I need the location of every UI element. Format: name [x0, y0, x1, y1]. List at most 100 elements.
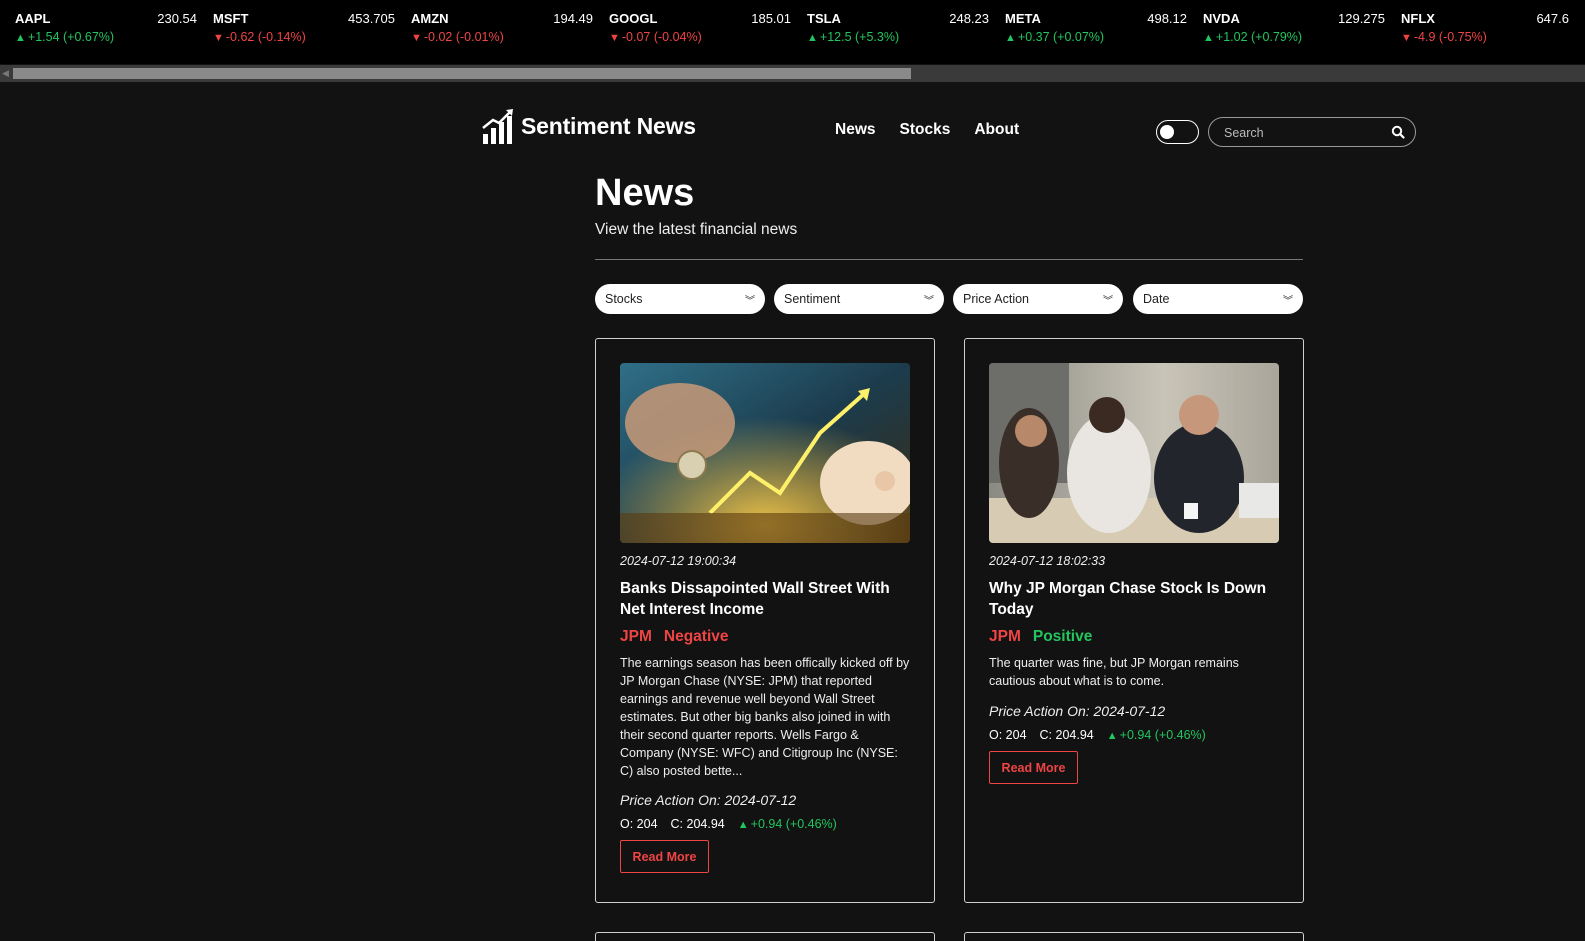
triangle-up-icon: ▲ — [1005, 32, 1016, 44]
price-change: ▲ +0.94 (+0.46%) — [737, 817, 837, 831]
filter-stocks-select[interactable]: Stocks ︾ — [595, 284, 765, 314]
scrollbar-thumb[interactable] — [13, 68, 911, 79]
ticker-symbol: AMZN — [411, 11, 449, 26]
article-date: 2024-07-12 19:00:34 — [620, 554, 737, 568]
ticker-price: 498.12 — [1147, 11, 1187, 26]
sentiment-badge: Positive — [1032, 628, 1093, 645]
ticker-item-googl[interactable]: GOOGL 185.01 ▼ -0.07 (-0.04%) — [609, 11, 791, 51]
triangle-down-icon: ▼ — [411, 32, 422, 44]
search-icon[interactable] — [1391, 125, 1405, 139]
article-summary: The earnings season has been offically k… — [620, 656, 910, 778]
scroll-left-icon[interactable]: ◀ — [2, 68, 9, 79]
article-summary: The quarter was fine, but JP Morgan rema… — [989, 656, 1239, 688]
main-nav: News Stocks About — [835, 121, 1019, 139]
ticker-change: ▼ -0.62 (-0.14%) — [213, 30, 306, 44]
filter-label: Price Action — [963, 292, 1030, 306]
triangle-up-icon: ▲ — [737, 819, 749, 831]
ticker-change: ▼ -0.02 (-0.01%) — [411, 30, 504, 44]
triangle-up-icon: ▲ — [1106, 730, 1118, 742]
price-action-label: Price Action On: 2024-07-12 — [989, 703, 1166, 719]
triangle-down-icon: ▼ — [609, 32, 620, 44]
filter-label: Sentiment — [784, 292, 841, 306]
article-title[interactable]: Banks Dissapointed Wall Street With Net … — [620, 578, 910, 620]
ticker-price: 248.23 — [949, 11, 989, 26]
price-action-values: O: 204 C: 204.94 ▲ +0.94 (+0.46%) — [620, 817, 837, 831]
ticker-item-nvda[interactable]: NVDA 129.275 ▲ +1.02 (+0.79%) — [1203, 11, 1385, 51]
article-tags: JPM Negative — [620, 628, 729, 646]
open-price: O: 204 — [620, 817, 658, 831]
price-change: ▲ +0.94 (+0.46%) — [1106, 728, 1206, 742]
ticker-item-tsla[interactable]: TSLA 248.23 ▲ +12.5 (+5.3%) — [807, 11, 989, 51]
triangle-up-icon: ▲ — [1203, 32, 1214, 44]
ticker-change: ▲ +1.02 (+0.79%) — [1203, 30, 1303, 44]
ticker-symbol: NVDA — [1203, 11, 1240, 26]
page-title: News — [595, 172, 695, 214]
ticker-change: ▼ -4.9 (-0.75%) — [1401, 30, 1487, 44]
article-title[interactable]: Why JP Morgan Chase Stock Is Down Today — [989, 578, 1279, 620]
close-price: C: 204.94 — [1039, 728, 1094, 742]
price-action-values: O: 204 C: 204.94 ▲ +0.94 (+0.46%) — [989, 728, 1206, 742]
ticker-price: 453.705 — [348, 11, 395, 26]
filter-sentiment-select[interactable]: Sentiment ︾ — [774, 284, 944, 314]
chevron-double-down-icon: ︾ — [924, 296, 934, 307]
triangle-up-icon: ▲ — [807, 32, 818, 44]
close-price: C: 204.94 — [670, 817, 725, 831]
ticker-symbol: MSFT — [213, 11, 249, 26]
nav-about-link[interactable]: About — [974, 121, 1019, 139]
read-more-button[interactable]: Read More — [989, 751, 1078, 784]
nav-stocks-link[interactable]: Stocks — [900, 121, 951, 139]
triangle-down-icon: ▼ — [1401, 32, 1412, 44]
toggle-knob — [1160, 125, 1174, 139]
ticker-symbol: AAPL — [15, 11, 51, 26]
open-price: O: 204 — [989, 728, 1027, 742]
ticker-price: 194.49 — [553, 11, 593, 26]
article-date: 2024-07-12 18:02:33 — [989, 554, 1106, 568]
brand-logo[interactable]: Sentiment News — [481, 108, 696, 144]
ticker-price: 647.6 — [1536, 11, 1569, 26]
news-card: 2024-07-12 18:02:33 Why JP Morgan Chase … — [964, 338, 1304, 903]
article-tags: JPM Positive — [989, 628, 1092, 646]
article-ticker[interactable]: JPM — [620, 628, 652, 646]
filter-label: Stocks — [605, 292, 643, 306]
ticker-change: ▲ +1.54 (+0.67%) — [15, 30, 115, 44]
ticker-item-nflx[interactable]: NFLX 647.6 ▼ -4.9 (-0.75%) — [1401, 11, 1569, 51]
filter-price-action-select[interactable]: Price Action ︾ — [953, 284, 1123, 314]
page-subtitle: View the latest financial news — [595, 221, 798, 238]
ticker-symbol: NFLX — [1401, 11, 1435, 26]
ticker-item-meta[interactable]: META 498.12 ▲ +0.37 (+0.07%) — [1005, 11, 1187, 51]
nav-news-link[interactable]: News — [835, 121, 876, 139]
article-image-coin-piggybank — [620, 363, 910, 543]
read-more-button[interactable]: Read More — [620, 840, 709, 873]
chevron-double-down-icon: ︾ — [1103, 296, 1113, 307]
brand-name: Sentiment News — [521, 112, 696, 139]
ticker-change: ▼ -0.07 (-0.04%) — [609, 30, 702, 44]
ticker-price: 230.54 — [157, 11, 197, 26]
filter-date-select[interactable]: Date ︾ — [1133, 284, 1303, 314]
article-ticker[interactable]: JPM — [989, 628, 1021, 646]
filter-label: Date — [1143, 292, 1170, 306]
theme-toggle[interactable] — [1156, 120, 1199, 144]
news-card — [595, 932, 935, 941]
ticker-change: ▲ +0.37 (+0.07%) — [1005, 30, 1105, 44]
ticker-price: 129.275 — [1338, 11, 1385, 26]
chevron-double-down-icon: ︾ — [745, 296, 755, 307]
ticker-item-msft[interactable]: MSFT 453.705 ▼ -0.62 (-0.14%) — [213, 11, 395, 51]
ticker-symbol: GOOGL — [609, 11, 658, 26]
ticker-symbol: TSLA — [807, 11, 841, 26]
article-image-business-meeting — [989, 363, 1279, 543]
bar-chart-logo-icon — [481, 108, 515, 144]
ticker-price: 185.01 — [751, 11, 791, 26]
ticker-symbol: META — [1005, 11, 1041, 26]
divider — [595, 259, 1303, 260]
search-input[interactable] — [1224, 124, 1384, 142]
news-card: 2024-07-12 19:00:34 Banks Dissapointed W… — [595, 338, 935, 903]
stock-ticker-bar: AAPL 230.54 ▲ +1.54 (+0.67%) MSFT 453.705… — [0, 0, 1585, 64]
ticker-change: ▲ +12.5 (+5.3%) — [807, 30, 900, 44]
sentiment-badge: Negative — [663, 628, 729, 645]
ticker-item-aapl[interactable]: AAPL 230.54 ▲ +1.54 (+0.67%) — [15, 11, 197, 51]
ticker-item-amzn[interactable]: AMZN 194.49 ▼ -0.02 (-0.01%) — [411, 11, 593, 51]
triangle-up-icon: ▲ — [15, 32, 26, 44]
chevron-double-down-icon: ︾ — [1283, 296, 1293, 307]
horizontal-scrollbar[interactable]: ◀ — [0, 65, 1585, 82]
price-action-label: Price Action On: 2024-07-12 — [620, 792, 797, 808]
